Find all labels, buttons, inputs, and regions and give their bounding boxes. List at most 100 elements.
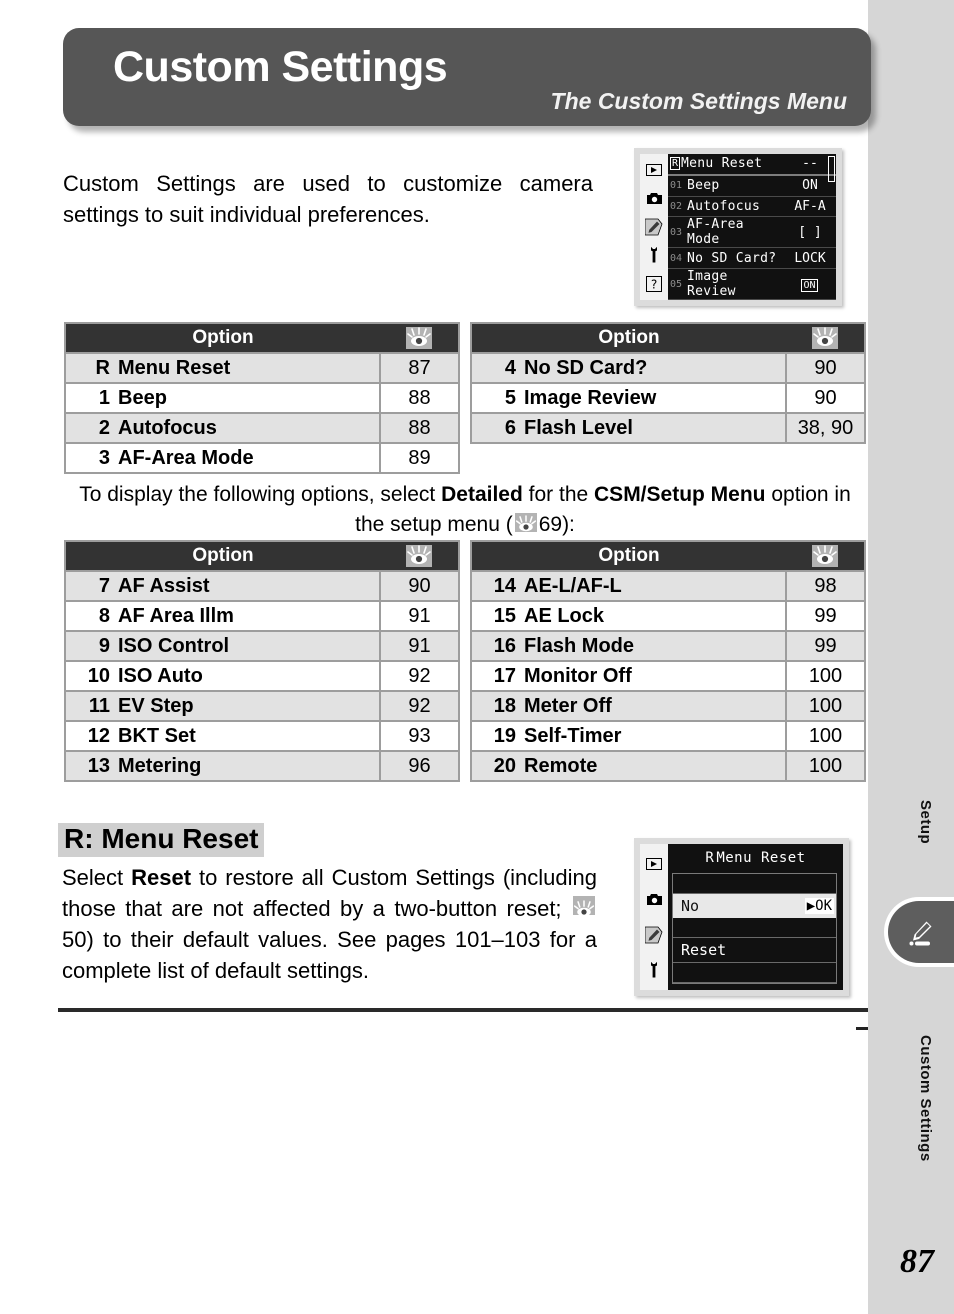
page-subtitle: The Custom Settings Menu — [550, 88, 847, 114]
column-header-page — [380, 324, 458, 353]
option-number: 3 — [98, 446, 110, 469]
lcd-scrollbar[interactable] — [828, 156, 835, 182]
lcd-option-no-label: No — [681, 897, 700, 916]
option-number: 18 — [493, 694, 516, 717]
lcd-menu-row[interactable]: 02 Autofocus AF-A — [668, 197, 836, 218]
lcd-row-label: AF-Area Mode — [687, 217, 744, 248]
option-cell: 16 Flash Mode — [472, 630, 786, 661]
option-label: No SD Card? — [524, 356, 648, 379]
lcd-menu-row[interactable]: 04 No SD Card? LOCK — [668, 248, 836, 269]
lcd-row-number: 05 — [670, 278, 683, 290]
table-row: 10 ISO Auto 92 — [66, 660, 458, 691]
page-reference-icon — [812, 326, 838, 349]
lcd-row-number: 02 — [670, 200, 683, 212]
options-table-2: Option 4 No SD Card? 90 5 Image Review 9… — [470, 322, 866, 444]
body-page-ref: 50 — [62, 927, 87, 952]
table-row: 19 Self-Timer 100 — [472, 720, 864, 751]
option-number: 11 — [88, 694, 110, 717]
option-label: BKT Set — [118, 724, 196, 747]
playback-icon — [645, 855, 663, 873]
lcd-row-label: Menu Reset — [681, 156, 763, 172]
option-label: AE Lock — [524, 604, 605, 627]
option-cell: 6 Flash Level — [472, 412, 786, 442]
section-body-menu-reset: Select Reset to restore all Custom Setti… — [62, 862, 597, 986]
option-label: EV Step — [118, 694, 194, 717]
option-cell: 9 ISO Control — [66, 630, 380, 661]
option-cell: 14 AE-L/AF-L — [472, 570, 786, 601]
option-number: 19 — [493, 724, 516, 747]
option-number: 16 — [493, 634, 516, 657]
lcd-dialog-title: R Menu Reset — [668, 844, 843, 871]
option-cell: 2 Autofocus — [66, 412, 380, 443]
page-cell: 99 — [785, 630, 864, 661]
table-row: 7 AF Assist 90 — [66, 570, 458, 601]
note-part-4: ): — [562, 513, 575, 536]
option-cell: 19 Self-Timer — [472, 720, 786, 751]
column-header-page — [786, 324, 864, 353]
playback-icon — [645, 161, 663, 179]
body-part-1: Select — [62, 865, 132, 890]
option-number: 17 — [493, 664, 516, 687]
lcd-menu-row[interactable]: 03 AF-Area Mode [ ] — [668, 217, 836, 249]
lcd-ok-button[interactable]: ▶OK — [804, 898, 834, 915]
page-cell: 87 — [379, 352, 458, 383]
lcd-row-label: Autofocus — [687, 198, 761, 214]
option-cell: 1 Beep — [66, 382, 380, 413]
table-row: 6 Flash Level 38, 90 — [472, 412, 864, 442]
menu-reset-badge: R — [705, 849, 715, 866]
table-row: 13 Metering 96 — [66, 750, 458, 780]
page-cell: 91 — [379, 600, 458, 631]
options-table-4: Option 14 AE-L/AF-L 98 15 AE Lock 99 16 … — [470, 540, 866, 782]
option-number: 2 — [98, 416, 110, 439]
lcd-menu-row[interactable]: 05 Image Review ON — [668, 269, 836, 300]
lcd-option-reset[interactable]: Reset — [673, 938, 836, 963]
option-number: 15 — [493, 604, 516, 627]
lcd-dialog-spacer — [673, 963, 836, 983]
page-cell: 91 — [379, 630, 458, 661]
page-cell: 90 — [785, 382, 864, 413]
lcd-dialog-body: No ▶OK Reset — [672, 873, 837, 984]
option-label: Flash Mode — [524, 634, 635, 657]
lcd-dialog-title-text: Menu Reset — [716, 849, 806, 866]
column-header-option: Option — [66, 542, 380, 571]
option-cell: 10 ISO Auto — [66, 660, 380, 691]
note-part-1: To display the following options, select — [79, 483, 442, 506]
option-number: 7 — [98, 574, 110, 597]
column-header-option: Option — [472, 324, 786, 353]
sidebar-label-custom-settings: Custom Settings — [917, 1035, 934, 1162]
sidebar-tab-custom-settings[interactable] — [884, 897, 954, 967]
table-row: 3 AF-Area Mode 89 — [66, 442, 458, 472]
page-cell: 100 — [785, 690, 864, 721]
table-row: 9 ISO Control 91 — [66, 630, 458, 661]
table-row: 12 BKT Set 93 — [66, 720, 458, 751]
column-header-page — [786, 542, 864, 571]
option-number: 5 — [504, 386, 516, 409]
option-cell: 15 AE Lock — [472, 600, 786, 631]
option-number: 10 — [87, 664, 110, 687]
page-cell: 88 — [379, 382, 458, 413]
camera-lcd-menu-reset-dialog: R Menu Reset No ▶OK Reset — [634, 838, 849, 996]
option-number: 9 — [98, 634, 110, 657]
page-reference-icon — [406, 544, 432, 567]
lcd-row-label: Beep — [687, 178, 720, 194]
section-divider-rule — [58, 1008, 868, 1012]
lcd-option-reset-label: Reset — [681, 940, 727, 959]
option-number: 6 — [504, 416, 516, 439]
page-cell: 100 — [785, 750, 864, 780]
lcd-menu-row[interactable]: 01 Beep ON — [668, 176, 836, 197]
option-label: Meter Off — [524, 694, 612, 717]
lcd-option-no[interactable]: No ▶OK — [673, 894, 836, 918]
option-cell: 18 Meter Off — [472, 690, 786, 721]
lcd-row-value: AF-A — [794, 198, 826, 214]
table-row: R Menu Reset 87 — [66, 352, 458, 383]
camera-icon — [645, 190, 663, 208]
lcd-dialog-spacer — [673, 918, 836, 939]
lcd-menu-row[interactable]: R Menu Reset -- — [668, 154, 836, 176]
note-bold-detailed: Detailed — [441, 483, 523, 506]
wrench-icon — [645, 246, 663, 264]
page-cell: 93 — [379, 720, 458, 751]
svg-text:?: ? — [650, 277, 657, 291]
intro-paragraph: Custom Settings are used to customize ca… — [63, 171, 593, 227]
option-cell: 4 No SD Card? — [472, 352, 786, 383]
option-cell: 20 Remote — [472, 750, 786, 780]
